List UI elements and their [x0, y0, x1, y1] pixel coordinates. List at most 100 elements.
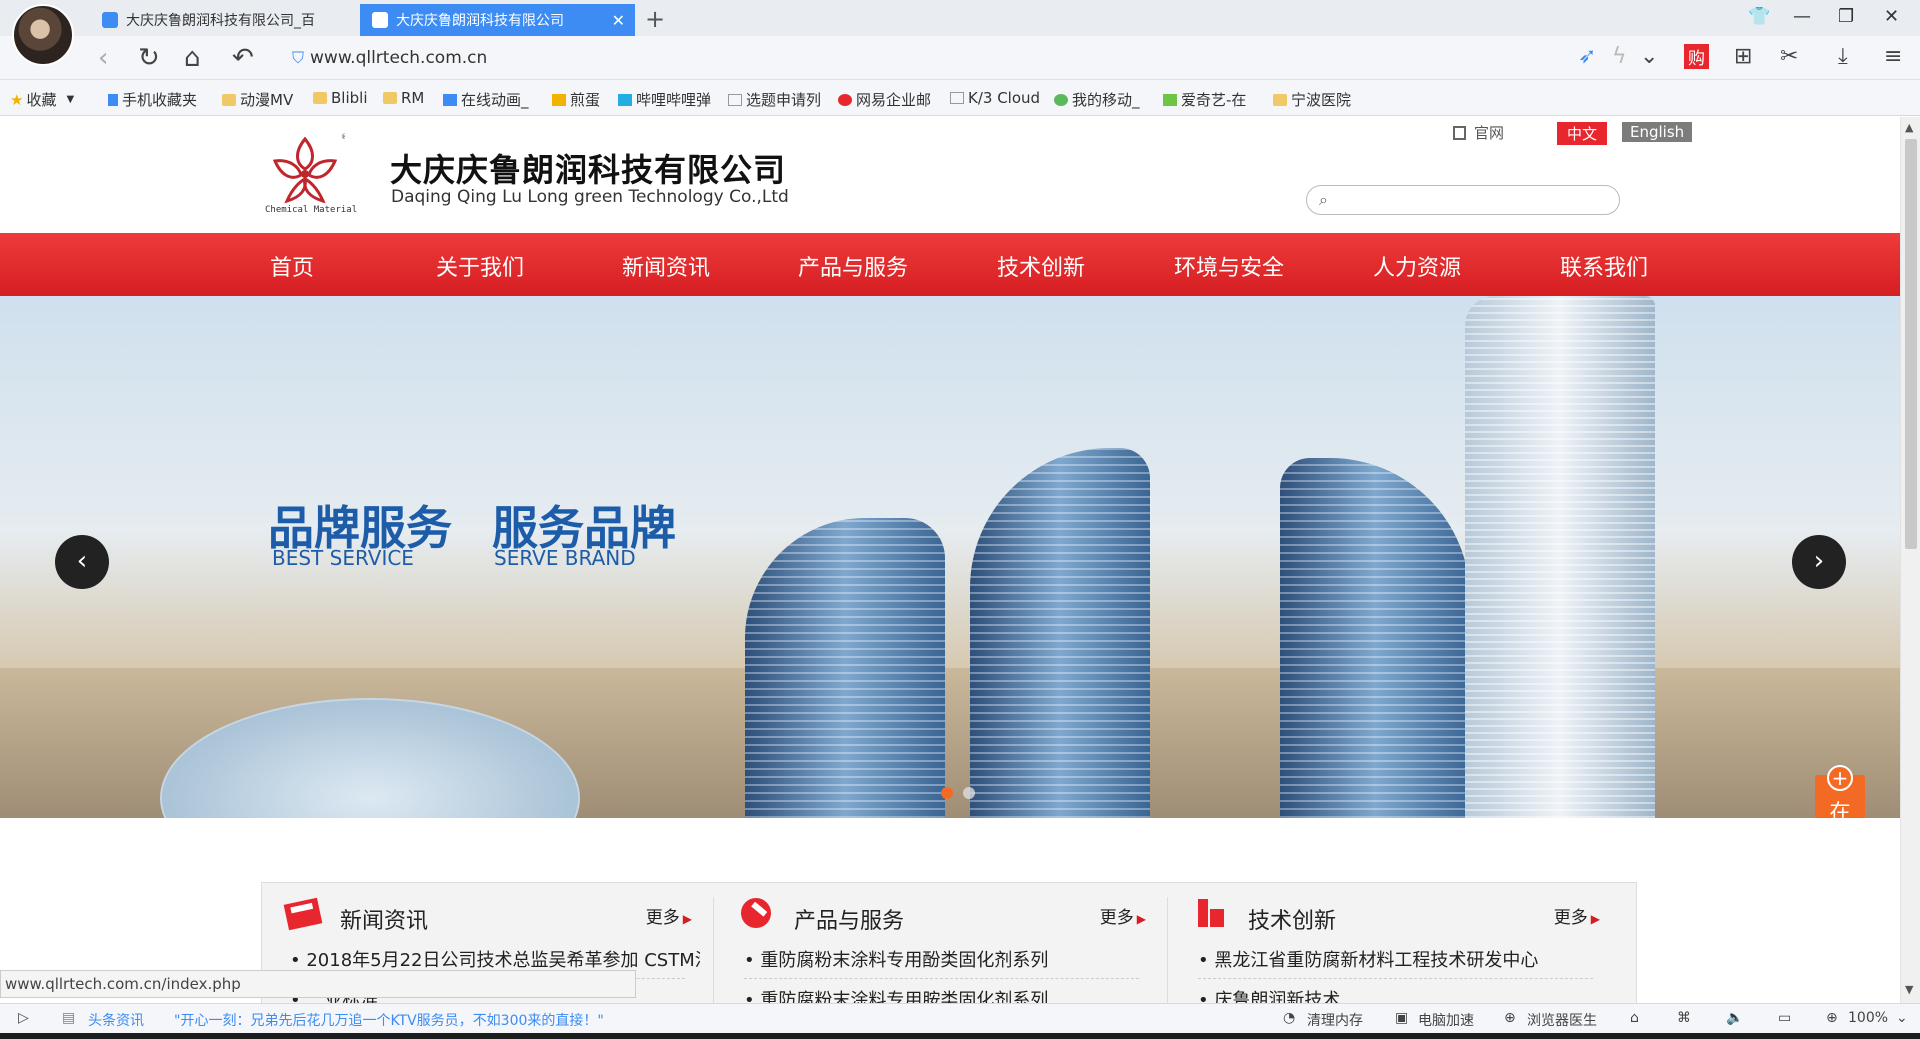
list-item[interactable]: • 重防腐粉末涂料专用胺类固化剂系列: [744, 986, 1154, 1003]
volume-icon[interactable]: 🔈: [1726, 1010, 1743, 1026]
bookmark-item[interactable]: RM: [383, 89, 424, 107]
bookmark-item[interactable]: Blibli: [313, 89, 367, 107]
undo-icon[interactable]: ↶: [232, 43, 254, 73]
translate-icon[interactable]: ⌘: [1677, 1010, 1691, 1026]
slide-dot-active[interactable]: [941, 787, 953, 799]
bookmark-item[interactable]: 煎蛋: [552, 89, 600, 110]
nav-innovation[interactable]: 技术创新: [997, 250, 1085, 282]
maximize-button[interactable]: ❐: [1838, 6, 1854, 27]
user-avatar[interactable]: [12, 4, 74, 66]
official-site-link[interactable]: 官网: [1453, 122, 1504, 143]
logo-subtitle: Chemical Material: [265, 205, 358, 215]
apps-icon[interactable]: ⊞: [1734, 44, 1752, 69]
bookmark-item[interactable]: 动漫MV: [222, 89, 293, 110]
clean-memory-icon: ◔: [1283, 1010, 1296, 1026]
news-icon: ▤: [62, 1010, 76, 1026]
zoom-level[interactable]: 100%: [1848, 1010, 1888, 1026]
list-item[interactable]: • 黑龙江省重防腐新材料工程技术研发中心: [1198, 946, 1608, 972]
tab-company[interactable]: 大庆庆鲁朗润科技有限公司 ✕: [360, 4, 635, 36]
language-chinese[interactable]: 中文: [1557, 122, 1608, 145]
clean-memory-button[interactable]: 清理内存: [1307, 1010, 1363, 1030]
slogan-1-en: BEST SERVICE: [272, 546, 414, 570]
address-bar[interactable]: ⛉ www.qllrtech.com.cn: [292, 44, 1552, 72]
slide-dot[interactable]: [963, 787, 975, 799]
folder-icon: [313, 92, 327, 104]
box-title: 新闻资讯: [340, 909, 429, 934]
pc-speedup-button[interactable]: 电脑加速: [1418, 1010, 1474, 1030]
nav-news[interactable]: 新闻资讯: [622, 250, 710, 282]
sidebar-toggle-icon[interactable]: ▷: [18, 1010, 29, 1026]
baidu-paw-icon: [102, 12, 118, 28]
prev-slide-button[interactable]: ‹: [55, 535, 109, 589]
list-item[interactable]: • 重防腐粉末涂料专用酚类固化剂系列: [744, 946, 1154, 972]
speed-icon: ▣: [1395, 1010, 1409, 1026]
bookmark-favorites[interactable]: ★ 收藏 ▼: [10, 89, 74, 110]
tab-title: 大庆庆鲁朗润科技有限公司_百: [126, 13, 315, 29]
scissors-icon[interactable]: ✂: [1780, 44, 1798, 69]
news-label[interactable]: 头条资讯: [88, 1010, 144, 1030]
new-tab-button[interactable]: +: [645, 5, 665, 33]
bookmark-item[interactable]: 选题申请列: [728, 89, 821, 110]
refresh-icon[interactable]: ↻: [138, 43, 160, 73]
nav-contact[interactable]: 联系我们: [1560, 250, 1648, 282]
caret-right-icon: ▶: [1590, 912, 1600, 926]
network-icon[interactable]: ⌂: [1630, 1010, 1639, 1026]
rocket-icon[interactable]: ➶: [1578, 44, 1596, 69]
caret-right-icon: ▶: [682, 912, 692, 926]
nav-about[interactable]: 关于我们: [436, 250, 524, 282]
back-icon[interactable]: ‹: [98, 43, 108, 73]
nav-hr[interactable]: 人力资源: [1373, 250, 1461, 282]
more-link[interactable]: 更多 ▶: [646, 903, 692, 928]
nav-products[interactable]: 产品与服务: [798, 250, 908, 282]
bookmark-item[interactable]: 网易企业邮: [838, 89, 931, 110]
home-icon[interactable]: ⌂: [184, 43, 201, 73]
more-link[interactable]: 更多 ▶: [1554, 903, 1600, 928]
scroll-down-icon[interactable]: ▼: [1905, 983, 1913, 996]
divider: [744, 978, 1139, 979]
scroll-up-icon[interactable]: ▲: [1905, 121, 1913, 134]
nav-home[interactable]: 首页: [270, 250, 314, 282]
list-item[interactable]: • 2018年5月22日公司技术总监吴希革参加 CSTM涂: [290, 946, 700, 972]
bookmark-item[interactable]: 宁波医院: [1273, 89, 1351, 110]
bookmark-item[interactable]: 手机收藏夹: [108, 89, 197, 110]
browser-doctor-button[interactable]: 浏览器医生: [1527, 1010, 1597, 1030]
os-taskbar: [0, 1033, 1920, 1039]
chevron-down-icon[interactable]: ⌄: [1640, 44, 1658, 69]
iqiyi-icon: [1163, 93, 1177, 106]
download-icon[interactable]: ⤓: [1838, 44, 1848, 69]
news-ticker[interactable]: "开心一刻：兄弟先后花几万追一个KTV服务员，不如300来的直接！": [174, 1010, 604, 1030]
list-item[interactable]: • 庆鲁朗润新技术: [1198, 986, 1608, 1003]
mobile-icon: [1054, 93, 1068, 106]
next-slide-button[interactable]: ›: [1792, 535, 1846, 589]
company-logo-icon[interactable]: ®: [265, 131, 345, 211]
scroll-thumb[interactable]: [1905, 139, 1917, 549]
skin-icon[interactable]: 👕: [1748, 6, 1770, 27]
shopping-icon[interactable]: 购: [1684, 44, 1709, 69]
page-scrollbar[interactable]: ▲ ▼: [1900, 117, 1920, 1003]
tab-baidu[interactable]: 大庆庆鲁朗润科技有限公司_百: [90, 4, 360, 36]
close-window-button[interactable]: ✕: [1884, 6, 1899, 27]
site-search-input[interactable]: ⌕: [1306, 185, 1620, 215]
close-tab-icon[interactable]: ✕: [612, 11, 625, 30]
search-icon[interactable]: ⌕: [1319, 190, 1328, 210]
nav-environment[interactable]: 环境与安全: [1174, 250, 1284, 282]
chevron-down-icon[interactable]: ⌄: [1896, 1010, 1908, 1026]
site-header: ® Chemical Material 大庆庆鲁朗润科技有限公司 Daqing …: [0, 117, 1900, 233]
flash-icon[interactable]: ϟ: [1612, 44, 1627, 69]
chevron-down-icon: ▼: [66, 94, 75, 105]
newspaper-icon: [283, 897, 323, 931]
bookmark-item[interactable]: 在线动画_: [443, 89, 529, 110]
screen-icon[interactable]: ▭: [1778, 1010, 1791, 1026]
bookmark-item[interactable]: K/3 Cloud: [950, 89, 1040, 107]
tv-icon: [618, 93, 632, 106]
menu-icon[interactable]: ≡: [1884, 44, 1902, 69]
bookmark-item[interactable]: 哔哩哔哩弹: [618, 89, 711, 110]
bookmark-item[interactable]: 我的移动_: [1054, 89, 1140, 110]
online-consult-button[interactable]: + 在线咨询: [1815, 765, 1865, 818]
language-english[interactable]: English: [1622, 122, 1693, 142]
lab-icon: [1198, 899, 1224, 927]
plus-icon: +: [1827, 765, 1853, 791]
more-link[interactable]: 更多 ▶: [1100, 903, 1146, 928]
minimize-button[interactable]: —: [1793, 6, 1811, 27]
bookmark-item[interactable]: 爱奇艺-在: [1163, 89, 1246, 110]
